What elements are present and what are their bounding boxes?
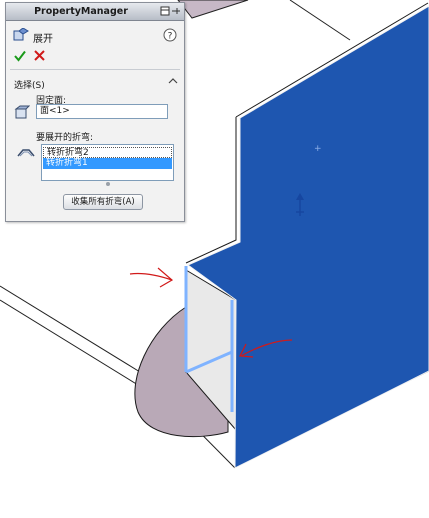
svg-text:?: ? xyxy=(168,32,173,42)
selections-section-title: 选择(S) xyxy=(14,81,45,91)
bend-list-item[interactable]: 转折折弯2 xyxy=(43,147,172,158)
collapse-chevron-icon[interactable] xyxy=(168,76,178,86)
bend-list-item-selected[interactable]: 转折折弯1 xyxy=(43,158,172,169)
fixed-face-field[interactable]: 面<1> xyxy=(36,104,168,119)
background-part xyxy=(177,0,351,41)
collect-all-bends-button[interactable]: 收集所有折弯(A) xyxy=(63,194,143,210)
bends-to-unfold-label: 要展开的折弯: xyxy=(36,133,94,143)
bends-icon xyxy=(17,149,35,157)
bends-list[interactable]: 转折折弯2 转折折弯1 xyxy=(41,144,174,181)
property-manager-title: PropertyManager xyxy=(34,6,128,17)
pin-icon[interactable] xyxy=(160,6,182,17)
ok-check-icon[interactable] xyxy=(14,50,26,62)
property-manager-panel: PropertyManager 展开 ? 选择(S) 固定面: 面<1> 要展开… xyxy=(5,2,185,222)
help-icon[interactable]: ? xyxy=(163,28,177,42)
divider xyxy=(10,69,180,70)
feature-name: 展开 xyxy=(33,34,53,45)
fixed-face-icon xyxy=(14,105,30,119)
svg-text:+: + xyxy=(314,144,322,154)
property-manager-titlebar: PropertyManager xyxy=(6,3,184,21)
annotation-arrow-top xyxy=(129,267,174,288)
cancel-x-icon[interactable] xyxy=(34,50,45,61)
list-resize-handle[interactable] xyxy=(106,182,110,186)
base-face-left-edge xyxy=(185,117,237,264)
unfold-feature-icon xyxy=(13,28,29,41)
